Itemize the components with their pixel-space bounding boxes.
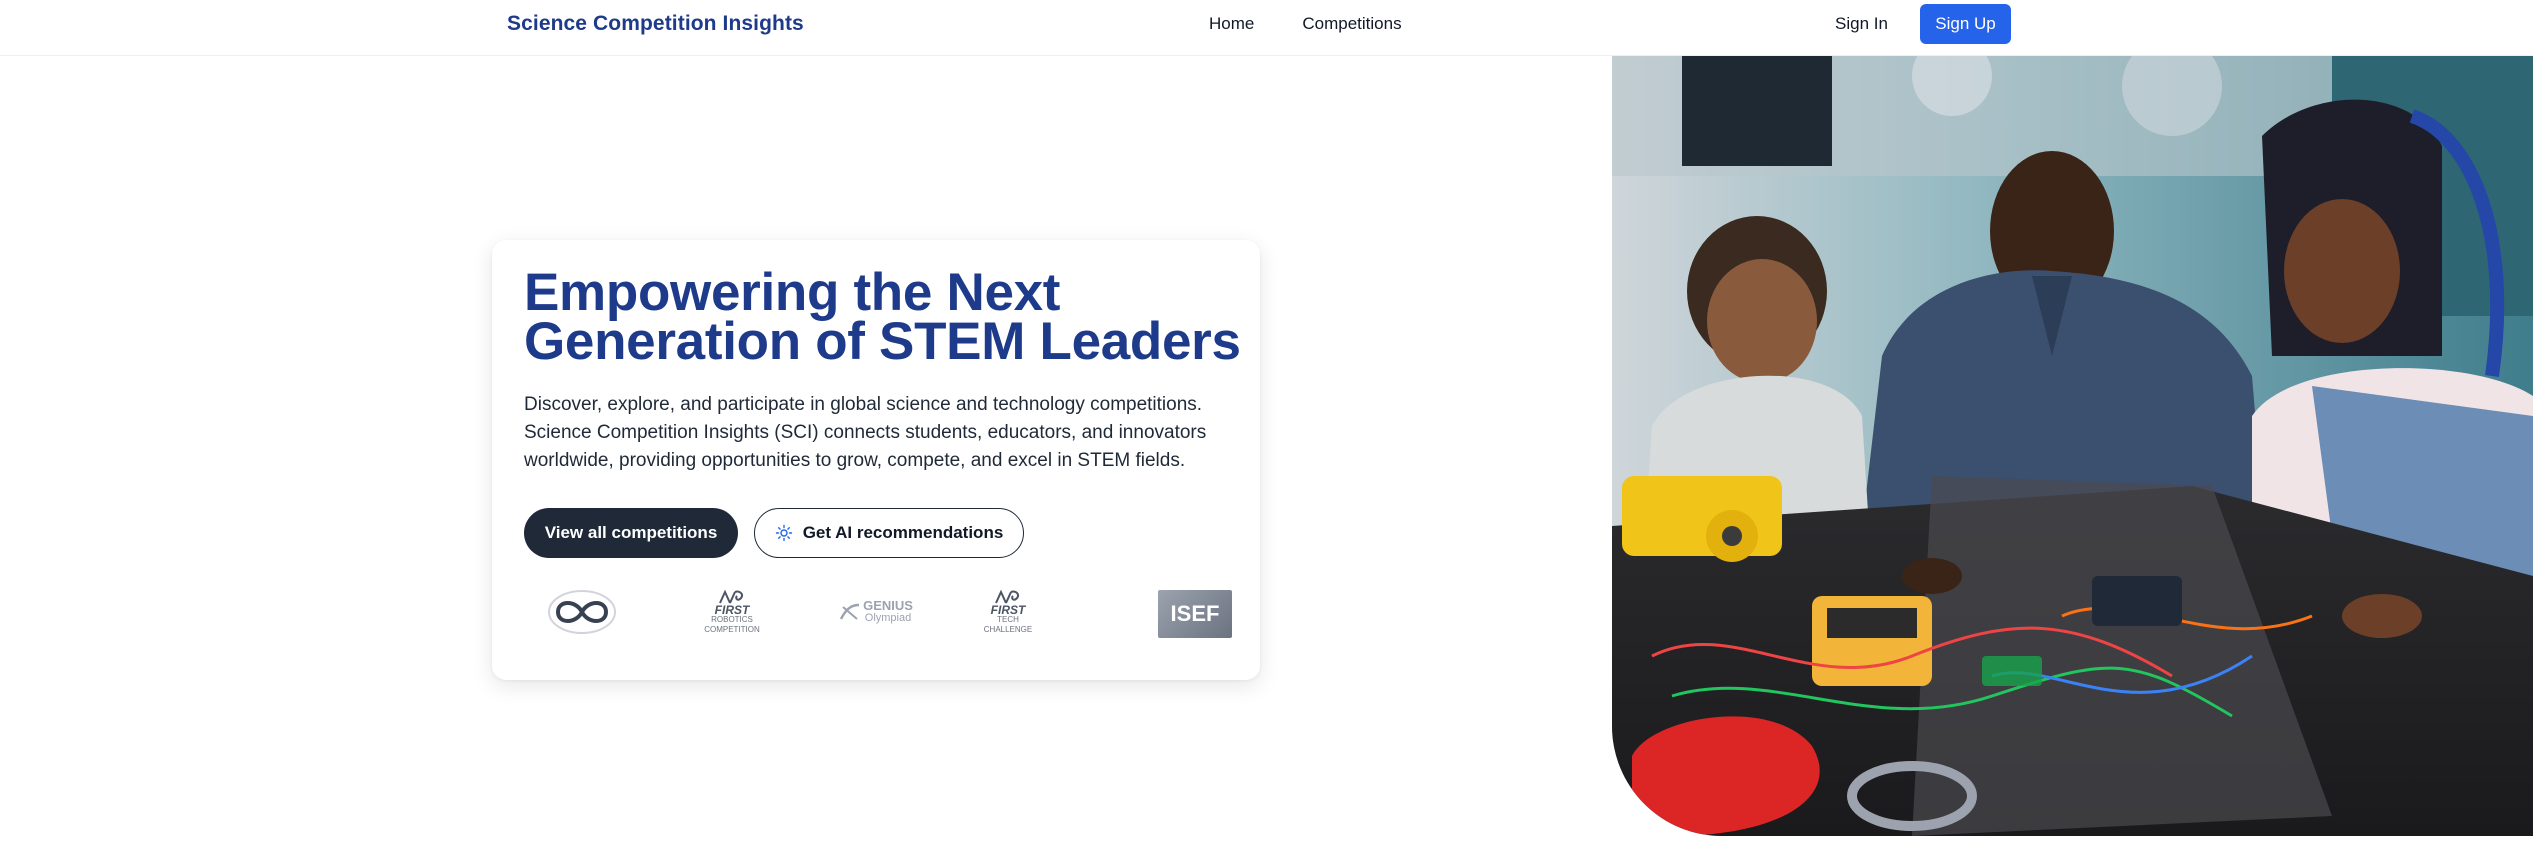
top-navbar: Science Competition Insights Home Compet… (0, 0, 2533, 56)
isef-logo: ISEF (1158, 590, 1232, 638)
hero-description: Discover, explore, and participate in gl… (524, 394, 1207, 471)
sparkle-icon (775, 524, 793, 542)
partner-logos: FIRST ROBOTICS COMPETITION GENIUS Olympi… (524, 584, 1232, 644)
nav-link-competitions[interactable]: Competitions (1302, 13, 1401, 35)
hero-title: Empowering the Next Generation of STEM L… (524, 263, 1241, 371)
sign-up-button[interactable]: Sign Up (1920, 4, 2011, 44)
nav-link-home[interactable]: Home (1209, 13, 1254, 35)
hero-image (1612, 56, 2533, 836)
ai-recommendations-label: Get AI recommendations (802, 523, 1004, 542)
first-tech-logo: FIRST TECH CHALLENGE (972, 584, 1044, 640)
hero-card: Empowering the Next Generation of STEM L… (492, 240, 1260, 680)
main-nav: Home Competitions (1209, 13, 1402, 35)
genius-swoosh-icon (839, 603, 860, 620)
ai-recommendations-button[interactable]: Get AI recommendations (754, 508, 1024, 558)
first-robotics-logo: FIRST ROBOTICS COMPETITION (692, 584, 772, 640)
genius-olympiad-logo: GENIUS Olympiad (824, 584, 928, 640)
infinity-logo (544, 584, 620, 640)
view-all-competitions-button[interactable]: View all competitions (524, 508, 738, 558)
view-all-competitions-label: View all competitions (544, 523, 718, 542)
robotics-classroom-photo (1612, 56, 2533, 836)
sign-in-link[interactable]: Sign In (1835, 13, 1888, 35)
brand-logo-text[interactable]: Science Competition Insights (507, 12, 804, 36)
